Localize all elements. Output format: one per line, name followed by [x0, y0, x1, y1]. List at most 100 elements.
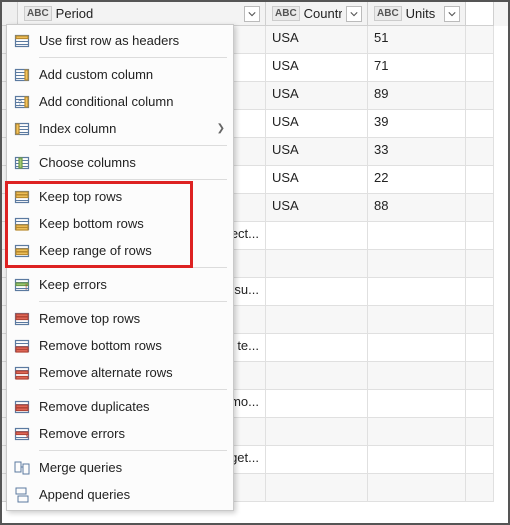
cell-units[interactable] — [368, 362, 466, 390]
menu-item-label: Keep top rows — [39, 189, 225, 204]
cell-units[interactable]: 39 — [368, 110, 466, 138]
table-corner-button[interactable] — [2, 2, 18, 26]
cell-country[interactable]: USA — [266, 26, 368, 54]
menu-item-label: Remove duplicates — [39, 399, 225, 414]
cell-units[interactable] — [368, 390, 466, 418]
cell-country[interactable]: USA — [266, 194, 368, 222]
menu-item-label: Choose columns — [39, 155, 225, 170]
cell-country[interactable] — [266, 222, 368, 250]
cell-country[interactable]: USA — [266, 110, 368, 138]
cell-extra — [466, 306, 494, 334]
cell-units[interactable] — [368, 446, 466, 474]
cell-units[interactable] — [368, 250, 466, 278]
grid-header-row: ABC Period ABC Country ABC Units — [2, 2, 508, 26]
cell-extra — [466, 250, 494, 278]
menu-item-remove-alternate-rows[interactable]: Remove alternate rows — [7, 359, 233, 386]
cell-country[interactable] — [266, 418, 368, 446]
column-header-units[interactable]: ABC Units — [368, 2, 466, 26]
menu-item-keep-bottom-rows[interactable]: Keep bottom rows — [7, 210, 233, 237]
column-header-country[interactable]: ABC Country — [266, 2, 368, 26]
remove-err-icon: × — [13, 425, 31, 443]
cell-country[interactable]: USA — [266, 166, 368, 194]
cell-extra — [466, 390, 494, 418]
cell-country[interactable] — [266, 474, 368, 502]
index-col-icon — [13, 120, 31, 138]
cell-country[interactable] — [266, 362, 368, 390]
cell-units[interactable]: 88 — [368, 194, 466, 222]
menu-item-label: Remove top rows — [39, 311, 225, 326]
cell-country[interactable]: USA — [266, 82, 368, 110]
cell-extra — [466, 138, 494, 166]
menu-item-choose-columns[interactable]: Choose columns — [7, 149, 233, 176]
svg-text:!: ! — [25, 283, 27, 292]
cell-units[interactable] — [368, 474, 466, 502]
svg-text:?: ? — [18, 100, 22, 107]
cell-units[interactable]: 22 — [368, 166, 466, 194]
menu-separator — [39, 450, 227, 451]
column-filter-dropdown[interactable] — [346, 6, 362, 22]
menu-item-keep-errors[interactable]: ! Keep errors — [7, 271, 233, 298]
menu-item-remove-duplicates[interactable]: Remove duplicates — [7, 393, 233, 420]
menu-item-append-queries[interactable]: Append queries — [7, 481, 233, 508]
type-icon: ABC — [24, 6, 52, 21]
menu-item-label: Merge queries — [39, 460, 225, 475]
menu-item-index-column[interactable]: Index column ❯ — [7, 115, 233, 142]
cell-extra — [466, 418, 494, 446]
keep-bottom-icon — [13, 215, 31, 233]
column-filter-dropdown[interactable] — [244, 6, 260, 22]
table-context-menu: Use first row as headers Add custom colu… — [6, 24, 234, 511]
cell-units[interactable] — [368, 418, 466, 446]
cell-country[interactable] — [266, 306, 368, 334]
cell-units[interactable]: 89 — [368, 82, 466, 110]
cell-country[interactable] — [266, 278, 368, 306]
menu-item-keep-top-rows[interactable]: Keep top rows — [7, 183, 233, 210]
cell-extra — [466, 334, 494, 362]
cell-extra — [466, 474, 494, 502]
menu-item-remove-bottom-rows[interactable]: Remove bottom rows — [7, 332, 233, 359]
cell-extra — [466, 26, 494, 54]
cell-country[interactable]: USA — [266, 54, 368, 82]
cell-country[interactable] — [266, 446, 368, 474]
cell-units[interactable]: 51 — [368, 26, 466, 54]
menu-item-add-custom-column[interactable]: Add custom column — [7, 61, 233, 88]
keep-range-icon — [13, 242, 31, 260]
remove-top-icon — [13, 310, 31, 328]
cell-extra — [466, 446, 494, 474]
cell-extra — [466, 362, 494, 390]
type-icon: ABC — [374, 6, 402, 21]
column-filter-dropdown[interactable] — [444, 6, 460, 22]
menu-item-add-conditional-column[interactable]: ? Add conditional column — [7, 88, 233, 115]
menu-item-remove-errors[interactable]: × Remove errors — [7, 420, 233, 447]
menu-item-remove-top-rows[interactable]: Remove top rows — [7, 305, 233, 332]
cell-extra — [466, 166, 494, 194]
cell-country[interactable] — [266, 334, 368, 362]
chevron-down-icon — [448, 10, 456, 18]
menu-item-label: Index column — [39, 121, 209, 136]
svg-text:×: × — [25, 432, 30, 441]
cell-units[interactable] — [368, 306, 466, 334]
menu-item-keep-range-of-rows[interactable]: Keep range of rows — [7, 237, 233, 264]
cell-units[interactable] — [368, 222, 466, 250]
menu-item-label: Add custom column — [39, 67, 225, 82]
cell-country[interactable] — [266, 250, 368, 278]
keep-errors-icon: ! — [13, 276, 31, 294]
merge-icon — [13, 459, 31, 477]
add-col-icon — [13, 66, 31, 84]
cell-units[interactable]: 33 — [368, 138, 466, 166]
chevron-right-icon: ❯ — [217, 123, 225, 134]
cell-extra — [466, 82, 494, 110]
keep-top-icon — [13, 188, 31, 206]
cell-units[interactable]: 71 — [368, 54, 466, 82]
cell-units[interactable] — [368, 334, 466, 362]
remove-alt-icon — [13, 364, 31, 382]
cell-extra — [466, 222, 494, 250]
column-header-period[interactable]: ABC Period — [18, 2, 266, 26]
cell-units[interactable] — [368, 278, 466, 306]
type-icon: ABC — [272, 6, 300, 21]
cell-country[interactable]: USA — [266, 138, 368, 166]
remove-dup-icon — [13, 398, 31, 416]
menu-item-use-first-row-as-headers[interactable]: Use first row as headers — [7, 27, 233, 54]
cell-country[interactable] — [266, 390, 368, 418]
menu-item-merge-queries[interactable]: Merge queries — [7, 454, 233, 481]
cell-extra — [466, 194, 494, 222]
